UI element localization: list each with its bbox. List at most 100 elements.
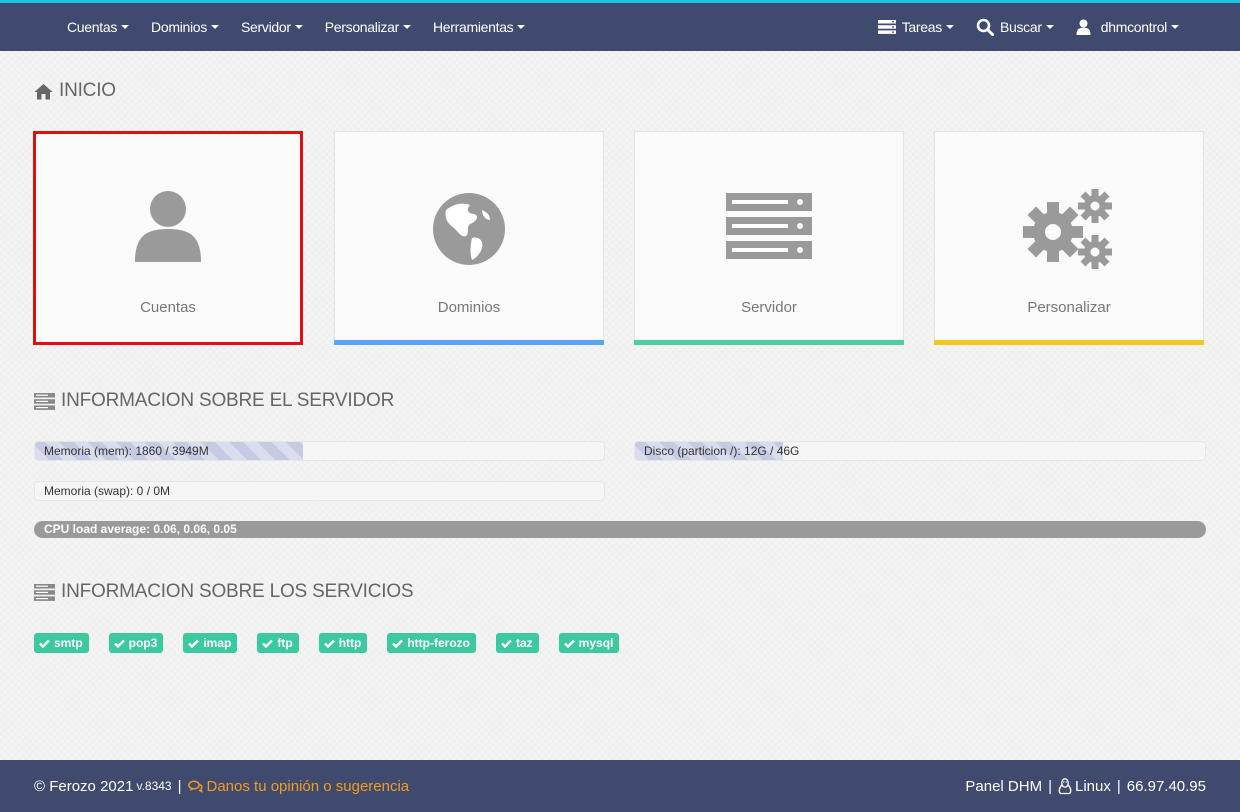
copyright-text: © Ferozo 2021 bbox=[34, 777, 134, 795]
user-icon bbox=[36, 190, 300, 262]
service-name: imap bbox=[203, 636, 232, 650]
check-icon bbox=[392, 639, 404, 648]
search-menu[interactable]: Buscar bbox=[965, 3, 1065, 51]
memory-progress: Memoria (mem): 1860 / 3949M bbox=[34, 441, 605, 461]
menu-cuentas[interactable]: Cuentas bbox=[56, 3, 140, 51]
services-list: smtp pop3 imap ftp http http-ferozo taz … bbox=[34, 633, 639, 653]
cpu-load-label: CPU load average: 0.06, 0.06, 0.05 bbox=[44, 522, 237, 536]
caret-down-icon bbox=[1045, 25, 1054, 29]
card-cuentas-label: Cuentas bbox=[140, 299, 196, 316]
check-icon bbox=[188, 639, 200, 648]
service-badge-imap: imap bbox=[183, 633, 238, 653]
page-title-text: INICIO bbox=[59, 80, 116, 101]
feedback-link[interactable]: Danos tu opinión o sugerencia bbox=[187, 777, 410, 795]
service-name: http bbox=[338, 636, 362, 650]
caret-down-icon bbox=[211, 25, 219, 29]
card-accent-bar bbox=[934, 340, 1204, 345]
server-icon bbox=[635, 193, 903, 259]
service-name: mysql bbox=[578, 636, 614, 650]
disk-progress: Disco (particion /): 12G / 46G bbox=[634, 441, 1206, 461]
check-icon bbox=[501, 639, 512, 648]
service-badge-ftp: ftp bbox=[257, 633, 299, 653]
server-icon bbox=[34, 392, 55, 410]
footer-separator: | bbox=[177, 777, 182, 795]
menu-personalizar[interactable]: Personalizar bbox=[314, 3, 422, 51]
swap-progress: Memoria (swap): 0 / 0M bbox=[34, 481, 605, 501]
card-accent-bar bbox=[334, 340, 604, 345]
footer-separator: | bbox=[1048, 777, 1052, 795]
services-info-title: INFORMACION SOBRE LOS SERVICIOS bbox=[34, 581, 414, 603]
service-name: ftp bbox=[277, 636, 293, 650]
search-icon bbox=[976, 18, 994, 36]
search-label: Buscar bbox=[999, 19, 1042, 35]
menu-personalizar-label: Personalizar bbox=[324, 19, 400, 35]
service-badge-taz: taz bbox=[496, 633, 539, 653]
main-menu: Cuentas Dominios Servidor Personalizar H… bbox=[56, 3, 536, 51]
service-name: pop3 bbox=[128, 636, 158, 650]
menu-dominios-label: Dominios bbox=[151, 19, 207, 35]
server-info-title-text: INFORMACION SOBRE EL SERVIDOR bbox=[61, 390, 395, 411]
card-servidor[interactable]: Servidor bbox=[634, 131, 904, 345]
comments-icon bbox=[187, 779, 203, 793]
server-icon bbox=[34, 583, 55, 601]
globe-icon bbox=[335, 192, 603, 266]
check-icon bbox=[262, 639, 274, 648]
user-menu: Tareas Buscar dhmcontrol bbox=[867, 3, 1190, 51]
user-icon bbox=[1076, 19, 1091, 35]
tasks-icon bbox=[877, 20, 896, 34]
card-personalizar-label: Personalizar bbox=[1027, 299, 1111, 316]
service-badge-pop3: pop3 bbox=[108, 633, 164, 653]
caret-down-icon bbox=[294, 25, 303, 29]
menu-herramientas[interactable]: Herramientas bbox=[422, 3, 536, 51]
version-text: v.8343 bbox=[136, 779, 172, 793]
footer-separator: | bbox=[1116, 777, 1121, 795]
menu-dominios[interactable]: Dominios bbox=[140, 3, 230, 51]
caret-down-icon bbox=[945, 25, 954, 29]
footer-right: Panel DHM | Linux | 66.97.40.95 bbox=[965, 760, 1206, 812]
card-servidor-label: Servidor bbox=[741, 299, 797, 316]
services-info-title-text: INFORMACION SOBRE LOS SERVICIOS bbox=[61, 581, 414, 602]
card-accent-bar bbox=[634, 340, 904, 345]
disk-label: Disco (particion /): 12G / 46G bbox=[644, 444, 800, 458]
service-badge-smtp: smtp bbox=[34, 633, 89, 653]
check-icon bbox=[113, 639, 125, 648]
memory-label: Memoria (mem): 1860 / 3949M bbox=[44, 444, 209, 458]
service-badge-http: http bbox=[318, 633, 368, 653]
menu-cuentas-label: Cuentas bbox=[67, 19, 118, 35]
service-name: taz bbox=[516, 636, 533, 650]
check-icon bbox=[563, 639, 575, 648]
caret-down-icon bbox=[402, 25, 411, 29]
menu-servidor-label: Servidor bbox=[241, 19, 291, 35]
cpu-load-bar: CPU load average: 0.06, 0.06, 0.05 bbox=[34, 521, 1206, 538]
account-menu[interactable]: dhmcontrol bbox=[1065, 3, 1190, 51]
check-icon bbox=[39, 639, 50, 648]
top-navbar: Cuentas Dominios Servidor Personalizar H… bbox=[0, 0, 1240, 51]
tasks-label: Tareas bbox=[901, 19, 943, 35]
tasks-menu[interactable]: Tareas bbox=[867, 3, 965, 51]
service-badge-http-ferozo: http-ferozo bbox=[387, 633, 476, 653]
server-info-title: INFORMACION SOBRE EL SERVIDOR bbox=[34, 390, 394, 412]
linux-icon bbox=[1058, 777, 1072, 795]
card-cuentas[interactable]: Cuentas bbox=[33, 131, 303, 345]
server-ip: 66.97.40.95 bbox=[1126, 777, 1206, 795]
os-name: Linux bbox=[1074, 777, 1111, 795]
panel-name: Panel DHM bbox=[965, 777, 1043, 795]
card-dominios[interactable]: Dominios bbox=[334, 131, 604, 345]
service-name: smtp bbox=[54, 636, 83, 650]
card-dominios-label: Dominios bbox=[437, 299, 501, 316]
page-title: INICIO bbox=[34, 80, 116, 102]
footer: © Ferozo 2021 v.8343 | Danos tu opinión … bbox=[0, 760, 1240, 812]
gears-icon bbox=[935, 188, 1203, 272]
username-label: dhmcontrol bbox=[1100, 19, 1168, 35]
swap-label: Memoria (swap): 0 / 0M bbox=[44, 484, 171, 498]
caret-down-icon bbox=[1171, 25, 1179, 29]
menu-servidor[interactable]: Servidor bbox=[230, 3, 314, 51]
menu-herramientas-label: Herramientas bbox=[432, 19, 514, 35]
service-name: http-ferozo bbox=[407, 636, 470, 650]
caret-down-icon bbox=[121, 25, 130, 29]
card-personalizar[interactable]: Personalizar bbox=[934, 131, 1204, 345]
home-icon bbox=[34, 83, 53, 100]
caret-down-icon bbox=[517, 25, 526, 29]
feedback-text: Danos tu opinión o sugerencia bbox=[206, 777, 410, 795]
check-icon bbox=[323, 639, 335, 648]
